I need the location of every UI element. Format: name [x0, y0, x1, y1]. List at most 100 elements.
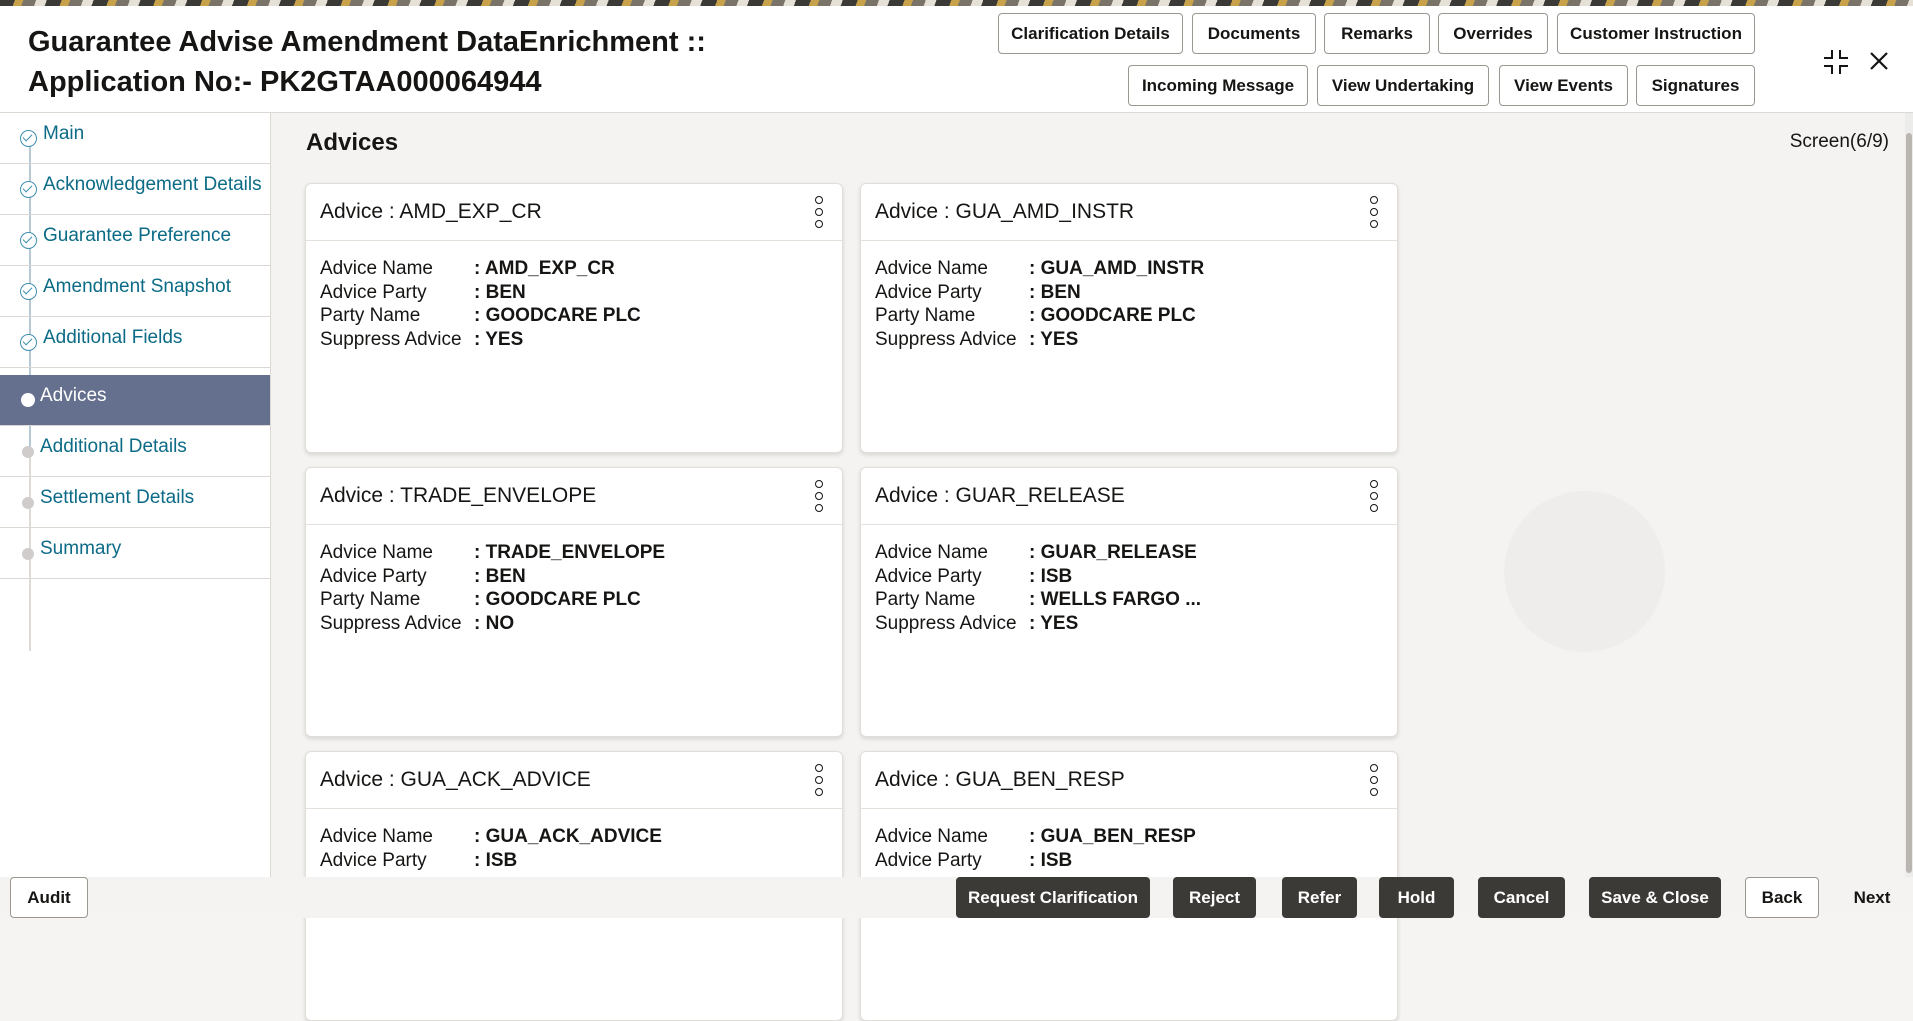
sidebar-item-settlement-details[interactable]: Settlement Details: [0, 477, 270, 528]
pending-step-icon: [22, 497, 34, 509]
scrollbar-thumb[interactable]: [1906, 133, 1912, 873]
sidebar-item-label: Additional Fields: [43, 327, 183, 348]
reject-button[interactable]: Reject: [1173, 877, 1256, 918]
check-circle-icon: [20, 283, 37, 300]
party-name-value: : GOODCARE PLC: [1029, 305, 1196, 326]
advice-party-label: Advice Party: [320, 566, 427, 587]
view-events-button[interactable]: View Events: [1499, 65, 1628, 106]
sidebar-item-label: Additional Details: [40, 436, 187, 457]
suppress-advice-value: : NO: [474, 613, 515, 634]
party-name-value: : GOODCARE PLC: [474, 305, 641, 326]
sidebar-item-label: Advices: [40, 385, 107, 406]
advice-name-value: : GUAR_RELEASE: [1029, 542, 1197, 563]
advice-card-title: Advice : GUA_ACK_ADVICE: [320, 768, 591, 791]
advice-party-value: : ISB: [474, 850, 518, 871]
sidebar-item-amendment-snapshot[interactable]: Amendment Snapshot: [0, 266, 270, 317]
advice-card: Advice : GUA_AMD_INSTR Advice Name: GUA_…: [860, 183, 1398, 453]
party-name-label: Party Name: [320, 305, 421, 326]
advice-card-title: Advice : AMD_EXP_CR: [320, 200, 542, 223]
request-clarification-button[interactable]: Request Clarification: [956, 877, 1150, 918]
advice-name-label: Advice Name: [875, 542, 988, 563]
sidebar-item-advices[interactable]: Advices: [0, 375, 270, 426]
check-circle-icon: [20, 334, 37, 351]
more-options-icon[interactable]: [1369, 480, 1379, 512]
advice-party-label: Advice Party: [320, 850, 427, 871]
advice-party-label: Advice Party: [320, 282, 427, 303]
screen-indicator: Screen(6/9): [1789, 131, 1889, 152]
advice-party-label: Advice Party: [875, 282, 982, 303]
advice-card: Advice : TRADE_ENVELOPE Advice Name: TRA…: [305, 467, 843, 737]
advice-name-value: : GUA_BEN_RESP: [1029, 826, 1196, 847]
advice-party-label: Advice Party: [875, 566, 982, 587]
remarks-button[interactable]: Remarks: [1324, 13, 1430, 54]
sidebar-item-additional-details[interactable]: Additional Details: [0, 426, 270, 477]
card-divider: [306, 524, 842, 525]
more-options-icon[interactable]: [814, 764, 824, 796]
hold-button[interactable]: Hold: [1379, 877, 1454, 918]
suppress-advice-value: : YES: [1029, 613, 1079, 634]
sidebar-item-label: Acknowledgement Details: [43, 174, 262, 195]
advice-party-label: Advice Party: [875, 850, 982, 871]
sidebar-item-label: Settlement Details: [40, 487, 195, 508]
more-options-icon[interactable]: [1369, 196, 1379, 228]
refer-button[interactable]: Refer: [1282, 877, 1357, 918]
advice-card: Advice : AMD_EXP_CR Advice Name: AMD_EXP…: [305, 183, 843, 453]
more-options-icon[interactable]: [814, 196, 824, 228]
suppress-advice-label: Suppress Advice: [875, 329, 1017, 350]
card-divider: [861, 808, 1397, 809]
customer-instruction-button[interactable]: Customer Instruction: [1557, 13, 1755, 54]
current-step-icon: [21, 393, 35, 407]
back-button[interactable]: Back: [1745, 877, 1819, 918]
sidebar-item-additional-fields[interactable]: Additional Fields: [0, 317, 270, 368]
cancel-button[interactable]: Cancel: [1478, 877, 1565, 918]
party-name-value: : WELLS FARGO ...: [1029, 589, 1202, 610]
signatures-button[interactable]: Signatures: [1636, 65, 1755, 106]
party-name-label: Party Name: [875, 305, 976, 326]
sidebar-item-acknowledgement-details[interactable]: Acknowledgement Details: [0, 164, 270, 215]
audit-button[interactable]: Audit: [10, 877, 88, 918]
documents-button[interactable]: Documents: [1192, 13, 1316, 54]
more-options-icon[interactable]: [1369, 764, 1379, 796]
pending-step-icon: [22, 548, 34, 560]
advice-party-value: : ISB: [1029, 566, 1073, 587]
advice-party-value: : BEN: [474, 282, 526, 303]
advice-name-label: Advice Name: [320, 826, 433, 847]
card-divider: [861, 524, 1397, 525]
check-circle-icon: [20, 181, 37, 198]
clarification-details-button[interactable]: Clarification Details: [998, 13, 1183, 54]
suppress-advice-label: Suppress Advice: [875, 613, 1017, 634]
advice-card: Advice : GUAR_RELEASE Advice Name : GUAR_…: [860, 467, 1398, 737]
more-options-icon[interactable]: [814, 480, 824, 512]
advice-card-title: Advice : GUAR_RELEASE: [875, 484, 1125, 507]
advice-name-value: : GUA_ACK_ADVICE: [474, 826, 662, 847]
suppress-advice-value: : YES: [474, 329, 524, 350]
sidebar-item-main[interactable]: Main: [0, 113, 270, 164]
advice-party-value: : BEN: [474, 566, 526, 587]
advice-party-value: : BEN: [1029, 282, 1081, 303]
advice-card-title: Advice : TRADE_ENVELOPE: [320, 484, 597, 507]
collapse-icon[interactable]: [1822, 48, 1850, 76]
card-divider: [306, 808, 842, 809]
check-circle-icon: [20, 232, 37, 249]
suppress-advice-value: : YES: [1029, 329, 1079, 350]
advice-party-value: : ISB: [1029, 850, 1073, 871]
suppress-advice-label: Suppress Advice: [320, 613, 462, 634]
advice-card-title: Advice : GUA_BEN_RESP: [875, 768, 1125, 791]
sidebar-item-label: Amendment Snapshot: [43, 276, 232, 297]
overrides-button[interactable]: Overrides: [1438, 13, 1548, 54]
advice-name-value: : TRADE_ENVELOPE: [474, 542, 666, 563]
suppress-advice-label: Suppress Advice: [320, 329, 462, 350]
party-name-label: Party Name: [875, 589, 976, 610]
sidebar-item-summary[interactable]: Summary: [0, 528, 270, 579]
sidebar-item-guarantee-preference[interactable]: Guarantee Preference: [0, 215, 270, 266]
sidebar-item-label: Summary: [40, 538, 122, 559]
close-icon[interactable]: [1868, 50, 1890, 72]
incoming-message-button[interactable]: Incoming Message: [1128, 65, 1308, 106]
view-undertaking-button[interactable]: View Undertaking: [1317, 65, 1489, 106]
main-scrollbar[interactable]: [1905, 113, 1913, 877]
save-and-close-button[interactable]: Save & Close: [1589, 877, 1721, 918]
advice-name-value: : GUA_AMD_INSTR: [1029, 258, 1205, 279]
pending-step-icon: [22, 446, 34, 458]
next-button[interactable]: Next: [1832, 877, 1912, 918]
page-title: Guarantee Advise Amendment DataEnrichmen…: [28, 26, 706, 98]
